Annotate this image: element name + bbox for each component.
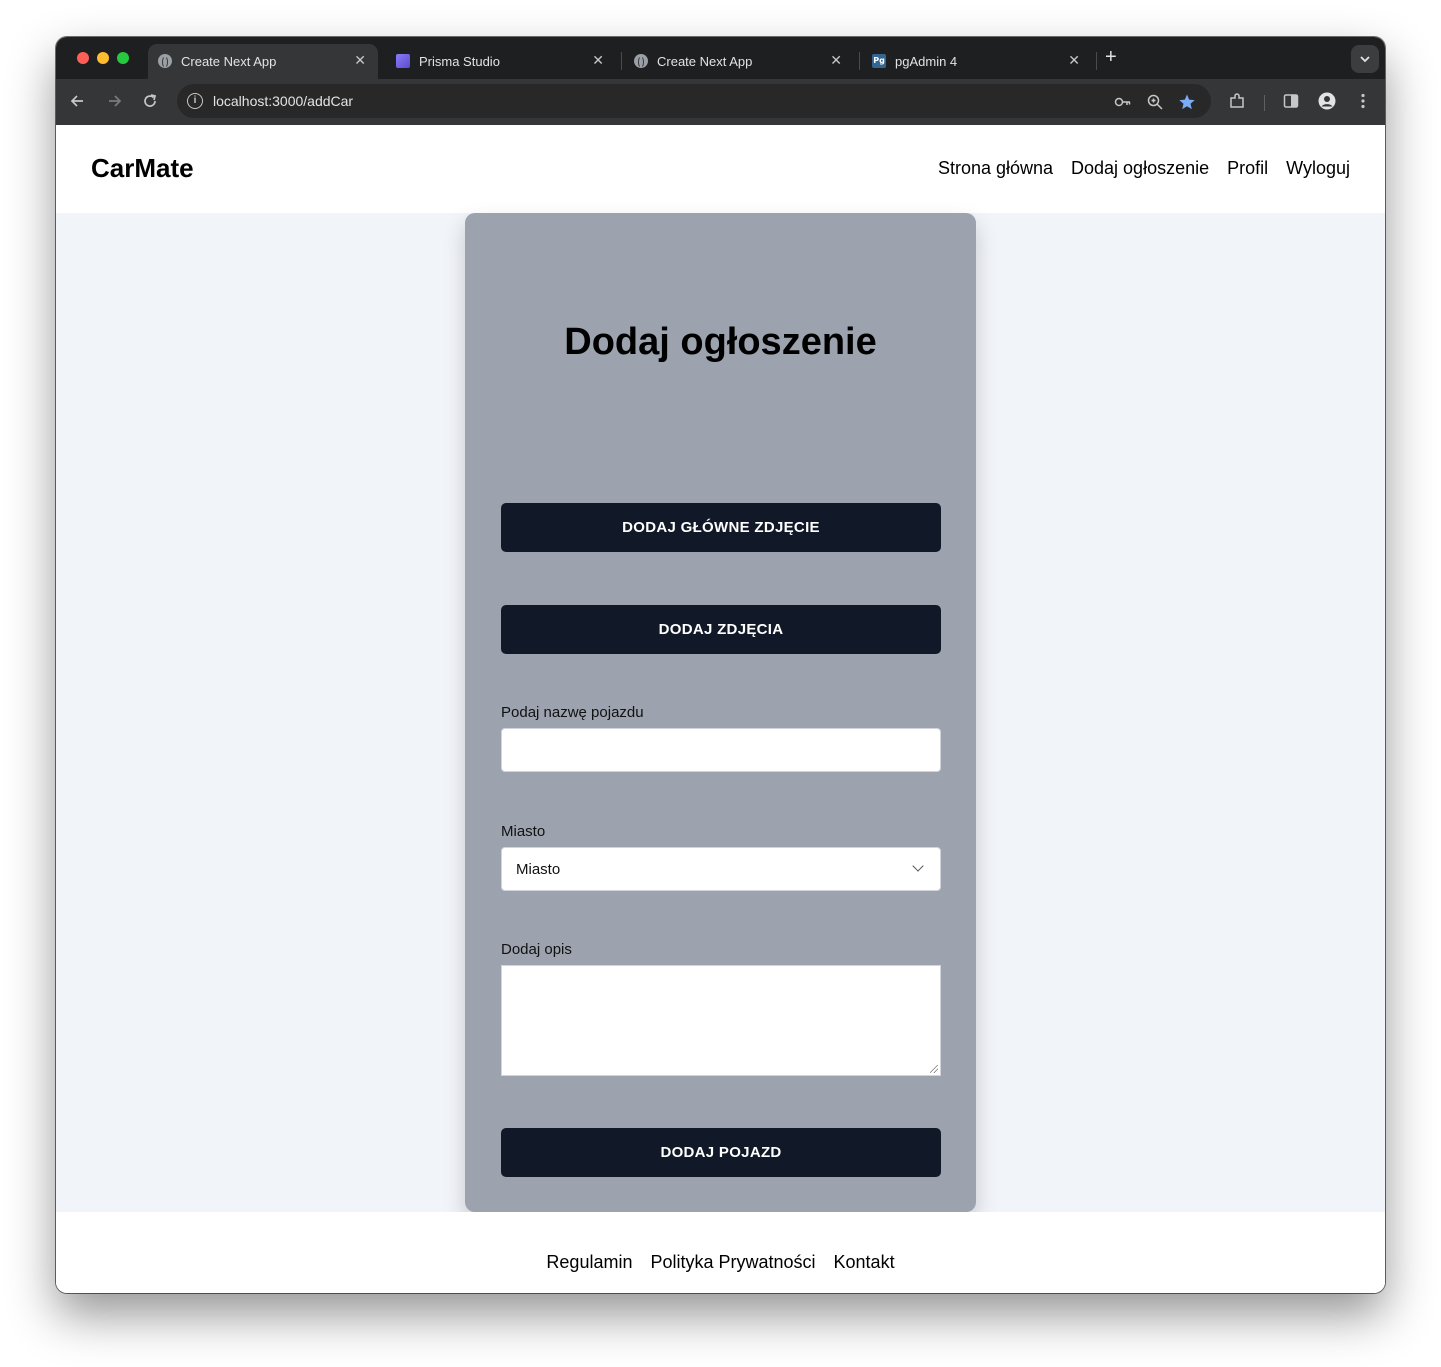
site-logo[interactable]: CarMate	[91, 153, 194, 184]
prisma-icon	[396, 54, 410, 68]
tab-separator	[621, 52, 622, 70]
city-select[interactable]: Miasto	[501, 847, 941, 891]
nav-add-listing[interactable]: Dodaj ogłoszenie	[1071, 158, 1209, 179]
submit-vehicle-button[interactable]: DODAJ POJAZD	[501, 1128, 941, 1177]
key-icon[interactable]	[1114, 93, 1132, 111]
back-button[interactable]	[68, 91, 88, 111]
tab-create-next-app-2[interactable]: Create Next App ✕	[624, 44, 854, 79]
maximize-window-button[interactable]	[117, 52, 129, 64]
chevron-down-icon	[912, 860, 924, 872]
bookmark-star-icon[interactable]	[1178, 93, 1196, 111]
add-car-form: Dodaj ogłoszenie DODAJ GŁÓWNE ZDJĘCIE DO…	[465, 213, 976, 1212]
zoom-icon[interactable]	[1146, 93, 1164, 111]
footer-terms-link[interactable]: Regulamin	[546, 1252, 632, 1273]
vehicle-name-label: Podaj nazwę pojazdu	[501, 704, 644, 721]
description-textarea[interactable]	[501, 965, 941, 1076]
extensions-icon[interactable]	[1228, 92, 1246, 110]
tab-title: Create Next App	[657, 54, 753, 69]
nav-home[interactable]: Strona główna	[938, 158, 1053, 179]
footer-contact-link[interactable]: Kontakt	[834, 1252, 895, 1273]
new-tab-button[interactable]: +	[1105, 47, 1117, 67]
tab-prisma-studio[interactable]: Prisma Studio ✕	[386, 44, 616, 79]
globe-icon	[158, 54, 172, 68]
tab-close-icon[interactable]: ✕	[354, 52, 366, 69]
tab-title: pgAdmin 4	[895, 54, 958, 69]
browser-toolbar: i localhost:3000/addCar	[56, 79, 1385, 125]
close-window-button[interactable]	[77, 52, 89, 64]
arrow-right-icon	[109, 95, 122, 107]
main-area: Dodaj ogłoszenie DODAJ GŁÓWNE ZDJĘCIE DO…	[56, 213, 1385, 1212]
side-panel-icon[interactable]	[1282, 92, 1300, 110]
tab-search-button[interactable]	[1351, 45, 1379, 73]
nav-logout[interactable]: Wyloguj	[1286, 158, 1350, 179]
menu-dots-icon[interactable]	[1354, 92, 1372, 110]
pgadmin-icon: Pg	[872, 54, 886, 68]
toolbar-separator	[1264, 95, 1265, 111]
tab-title: Prisma Studio	[419, 54, 500, 69]
minimize-window-button[interactable]	[97, 52, 109, 64]
reload-button[interactable]	[140, 91, 160, 111]
city-select-value: Miasto	[516, 861, 561, 878]
add-photos-button[interactable]: DODAJ ZDJĘCIA	[501, 605, 941, 654]
chevron-down-icon	[1360, 56, 1370, 63]
browser-window: Create Next App ✕ Prisma Studio ✕ Create…	[56, 37, 1385, 1293]
site-info-icon[interactable]: i	[187, 93, 203, 109]
forward-button[interactable]	[104, 91, 124, 111]
main-nav: Strona główna Dodaj ogłoszenie Profil Wy…	[938, 158, 1350, 179]
tab-pgadmin[interactable]: Pg pgAdmin 4 ✕	[862, 44, 1092, 79]
form-title: Dodaj ogłoszenie	[564, 321, 877, 363]
resize-handle-icon[interactable]	[930, 1065, 938, 1073]
vehicle-name-input[interactable]	[501, 728, 941, 772]
add-main-photo-button[interactable]: DODAJ GŁÓWNE ZDJĘCIE	[501, 503, 941, 552]
arrow-left-icon	[70, 95, 83, 107]
footer-links: Regulamin Polityka Prywatności Kontakt	[56, 1252, 1385, 1273]
city-label: Miasto	[501, 823, 546, 840]
url-text[interactable]: localhost:3000/addCar	[213, 93, 353, 109]
site-footer: Regulamin Polityka Prywatności Kontakt	[56, 1212, 1385, 1293]
tab-close-icon[interactable]: ✕	[1068, 52, 1080, 69]
reload-icon	[144, 94, 157, 107]
profile-avatar-icon[interactable]	[1318, 92, 1336, 110]
tab-separator	[859, 52, 860, 70]
nav-profile[interactable]: Profil	[1227, 158, 1268, 179]
tab-strip: Create Next App ✕ Prisma Studio ✕ Create…	[56, 37, 1385, 79]
address-bar[interactable]: i localhost:3000/addCar	[177, 84, 1211, 118]
site-header: CarMate Strona główna Dodaj ogłoszenie P…	[56, 125, 1385, 213]
description-label: Dodaj opis	[501, 941, 572, 958]
tab-close-icon[interactable]: ✕	[592, 52, 604, 69]
tab-separator	[1096, 52, 1097, 70]
tab-create-next-app-1[interactable]: Create Next App ✕	[148, 44, 378, 79]
globe-icon	[634, 54, 648, 68]
page-content: CarMate Strona główna Dodaj ogłoszenie P…	[56, 125, 1385, 1293]
footer-privacy-link[interactable]: Polityka Prywatności	[650, 1252, 815, 1273]
tab-close-icon[interactable]: ✕	[830, 52, 842, 69]
tab-title: Create Next App	[181, 54, 277, 69]
